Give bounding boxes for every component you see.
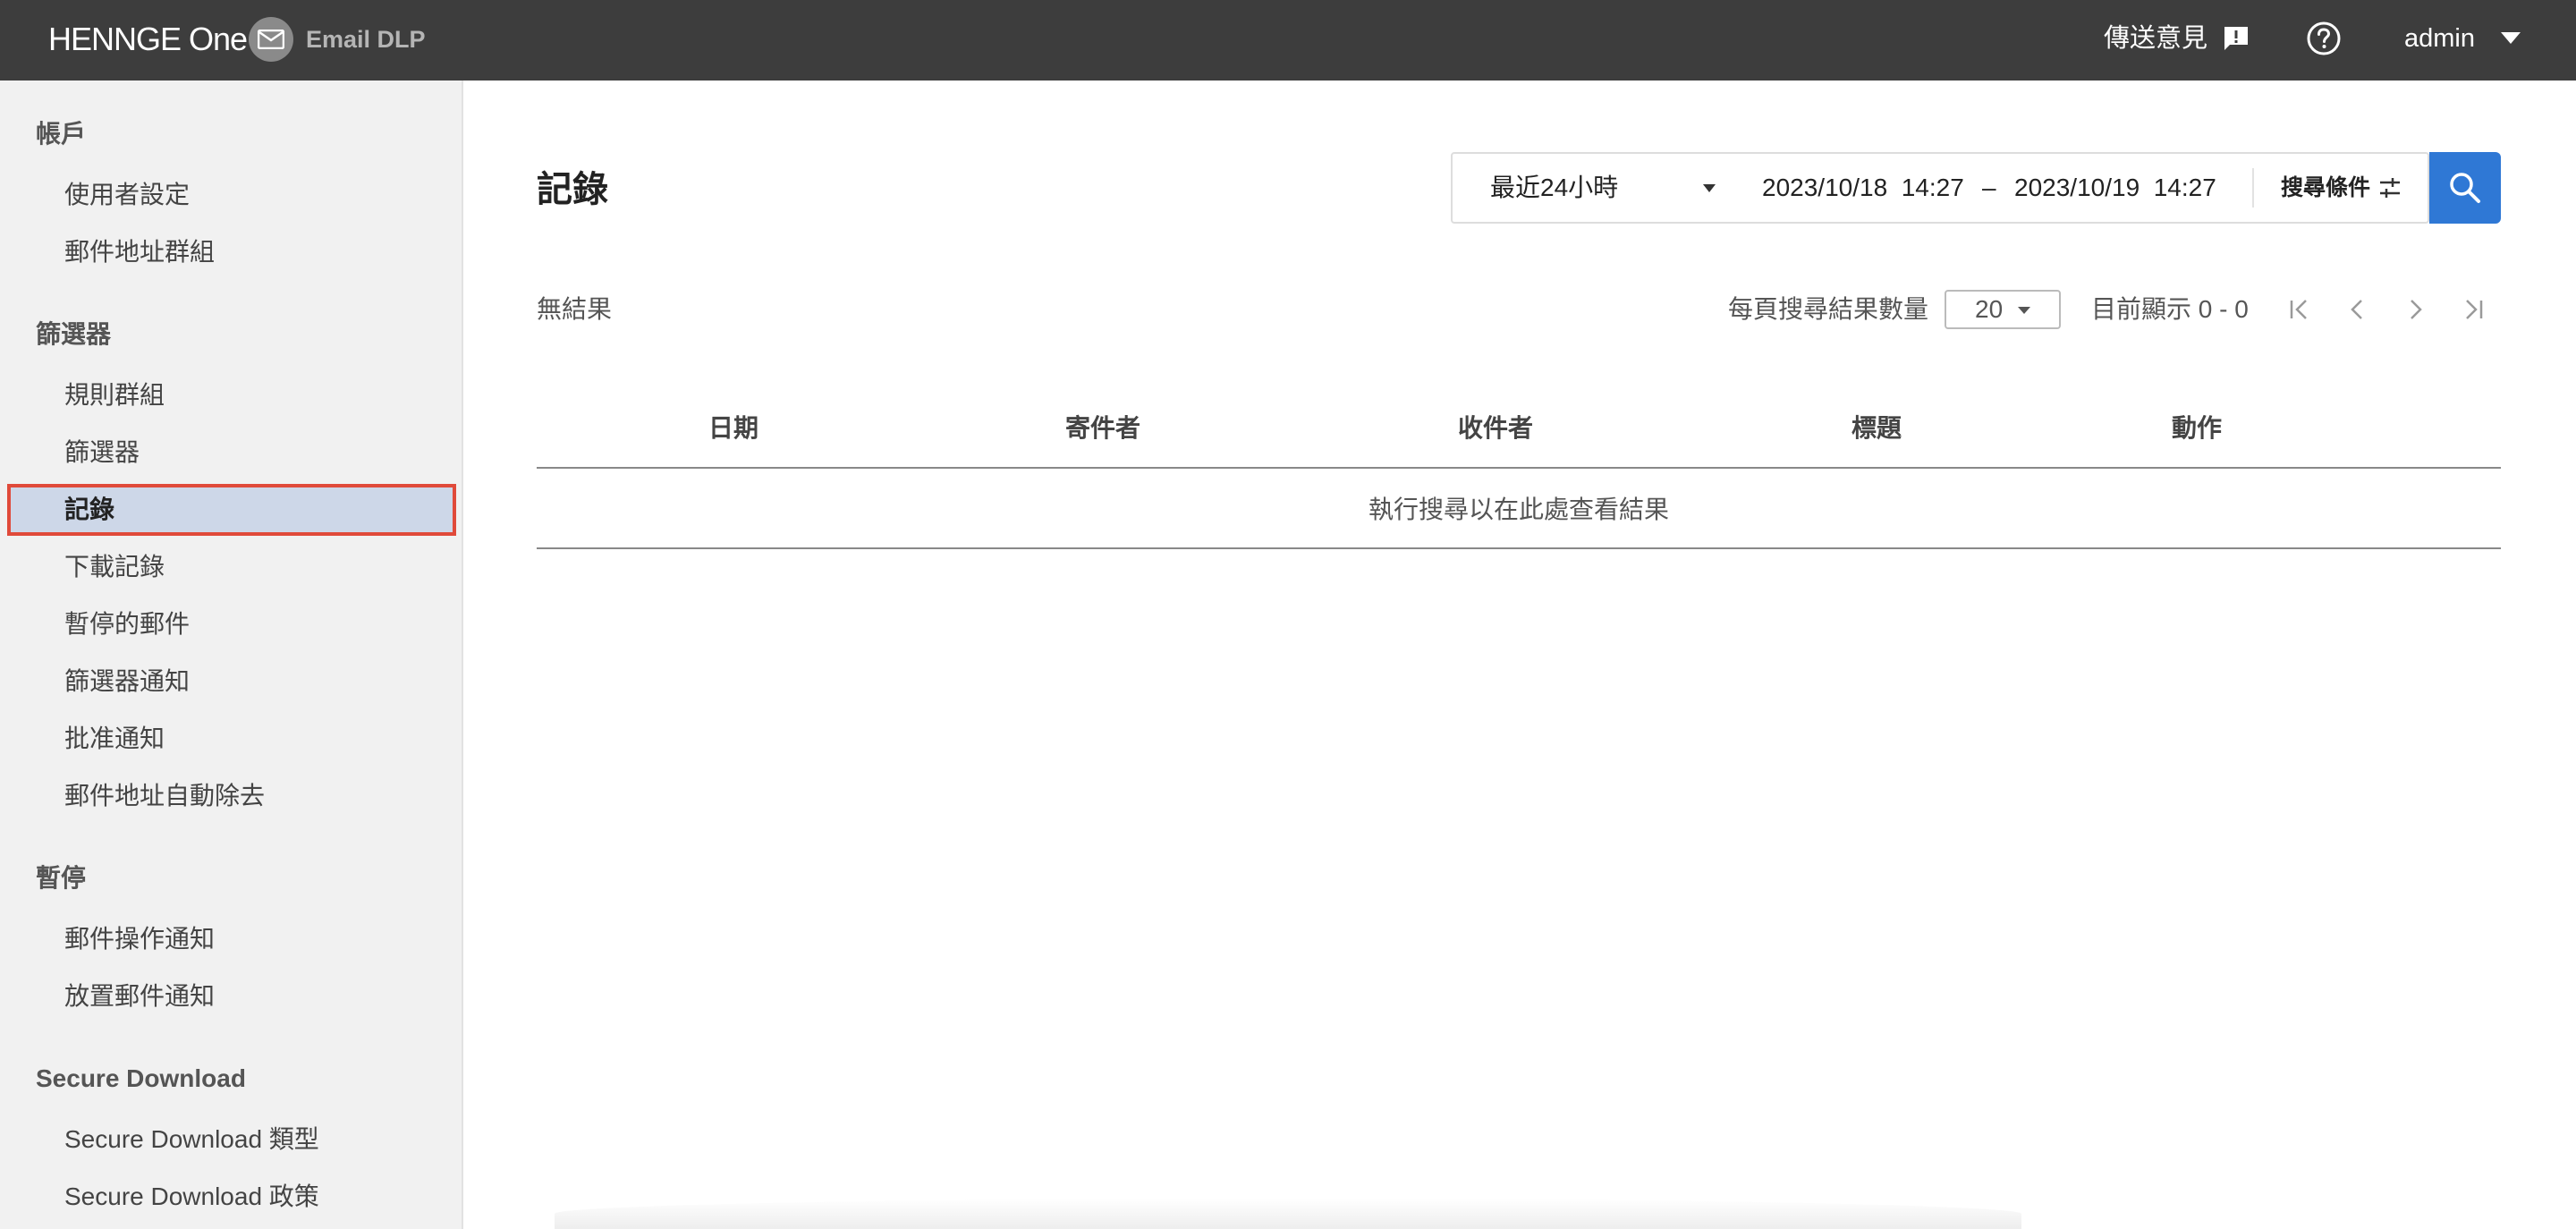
sidebar-item-filters[interactable]: 篩選器 — [7, 427, 456, 479]
end-time[interactable]: 14:27 — [2154, 174, 2216, 201]
per-page-select[interactable]: 20 — [1945, 290, 2061, 329]
sidebar: 帳戶 使用者設定 郵件地址群組 篩選器 規則群組 篩選器 記錄 下載記錄 暫停的… — [0, 81, 463, 1229]
bottom-shadow — [555, 1199, 2021, 1229]
sidebar-item-address-groups[interactable]: 郵件地址群組 — [7, 226, 456, 278]
sidebar-section-pause: 暫停 — [36, 864, 87, 892]
per-page-value: 20 — [1975, 295, 2004, 323]
sidebar-item-secure-download-types[interactable]: Secure Download 類型 — [7, 1114, 456, 1165]
last-page-icon[interactable] — [2458, 295, 2487, 324]
user-menu[interactable]: admin — [2404, 18, 2475, 59]
end-datetime-field[interactable]: 2023/10/19 14:27 — [2014, 154, 2216, 222]
sidebar-item-logs[interactable]: 記錄 — [7, 484, 456, 536]
brand-logo[interactable]: HENNGE One — [48, 17, 248, 62]
column-sender[interactable]: 寄件者 — [1065, 408, 1140, 449]
column-recipient[interactable]: 收件者 — [1458, 408, 1533, 449]
filter-sliders-icon[interactable] — [2377, 175, 2402, 200]
previous-page-icon[interactable] — [2343, 295, 2372, 324]
caret-down-icon[interactable] — [1703, 184, 1716, 192]
feedback-link[interactable]: 傳送意見 — [2104, 18, 2207, 59]
start-datetime-field[interactable]: 2023/10/18 14:27 — [1762, 154, 1964, 222]
product-name: Email DLP — [306, 26, 426, 53]
sidebar-item-rule-groups[interactable]: 規則群組 — [7, 369, 456, 421]
end-date[interactable]: 2023/10/19 — [2014, 174, 2140, 201]
search-icon — [2450, 173, 2480, 203]
start-time[interactable]: 14:27 — [1902, 174, 1964, 201]
sidebar-item-hold-mail-notifications[interactable]: 放置郵件通知 — [7, 970, 456, 1022]
sidebar-section-account: 帳戶 — [36, 120, 87, 148]
search-conditions-button[interactable]: 搜尋條件 — [2281, 154, 2370, 222]
time-range-select[interactable]: 最近24小時 — [1490, 154, 1618, 222]
top-bar: HENNGE One Email DLP 傳送意見 admin — [0, 0, 2576, 81]
caret-down-icon[interactable] — [2501, 32, 2521, 44]
sidebar-item-download-logs[interactable]: 下載記錄 — [7, 541, 456, 593]
showing-range: 目前顯示 0 - 0 — [2091, 295, 2249, 323]
sidebar-section-filters: 篩選器 — [36, 320, 112, 348]
sidebar-item-secure-download-policies[interactable]: Secure Download 政策 — [7, 1171, 456, 1223]
table-header: 日期 寄件者 收件者 標題 動作 — [537, 408, 2501, 469]
mail-icon — [249, 17, 293, 62]
sidebar-item-approval-notifications[interactable]: 批准通知 — [7, 713, 456, 765]
column-subject[interactable]: 標題 — [1852, 408, 1902, 449]
sidebar-section-secure-download: Secure Download — [36, 1064, 246, 1092]
sidebar-item-user-settings[interactable]: 使用者設定 — [7, 169, 456, 221]
sidebar-item-paused-mail[interactable]: 暫停的郵件 — [7, 598, 456, 650]
sidebar-item-address-auto-removal[interactable]: 郵件地址自動除去 — [7, 770, 456, 822]
sidebar-item-filter-notifications[interactable]: 篩選器通知 — [7, 656, 456, 708]
empty-table-message: 執行搜尋以在此處查看結果 — [537, 470, 2501, 549]
help-icon[interactable] — [2306, 21, 2342, 56]
column-action[interactable]: 動作 — [2172, 408, 2222, 449]
divider — [2252, 168, 2254, 208]
per-page-label: 每頁搜尋結果數量 — [1728, 295, 1929, 323]
result-count: 無結果 — [537, 295, 613, 323]
column-date[interactable]: 日期 — [708, 408, 758, 449]
search-bar: 最近24小時 2023/10/18 14:27 – 2023/10/19 14:… — [1451, 152, 2429, 224]
date-separator: – — [1982, 174, 1996, 201]
start-date[interactable]: 2023/10/18 — [1762, 174, 1887, 201]
caret-down-icon — [2018, 307, 2030, 314]
search-button[interactable] — [2429, 152, 2501, 224]
first-page-icon[interactable] — [2286, 295, 2315, 324]
next-page-icon[interactable] — [2401, 295, 2429, 324]
feedback-icon[interactable] — [2222, 24, 2250, 53]
sidebar-item-mail-action-notifications[interactable]: 郵件操作通知 — [7, 913, 456, 965]
page-title: 記錄 — [537, 170, 608, 209]
